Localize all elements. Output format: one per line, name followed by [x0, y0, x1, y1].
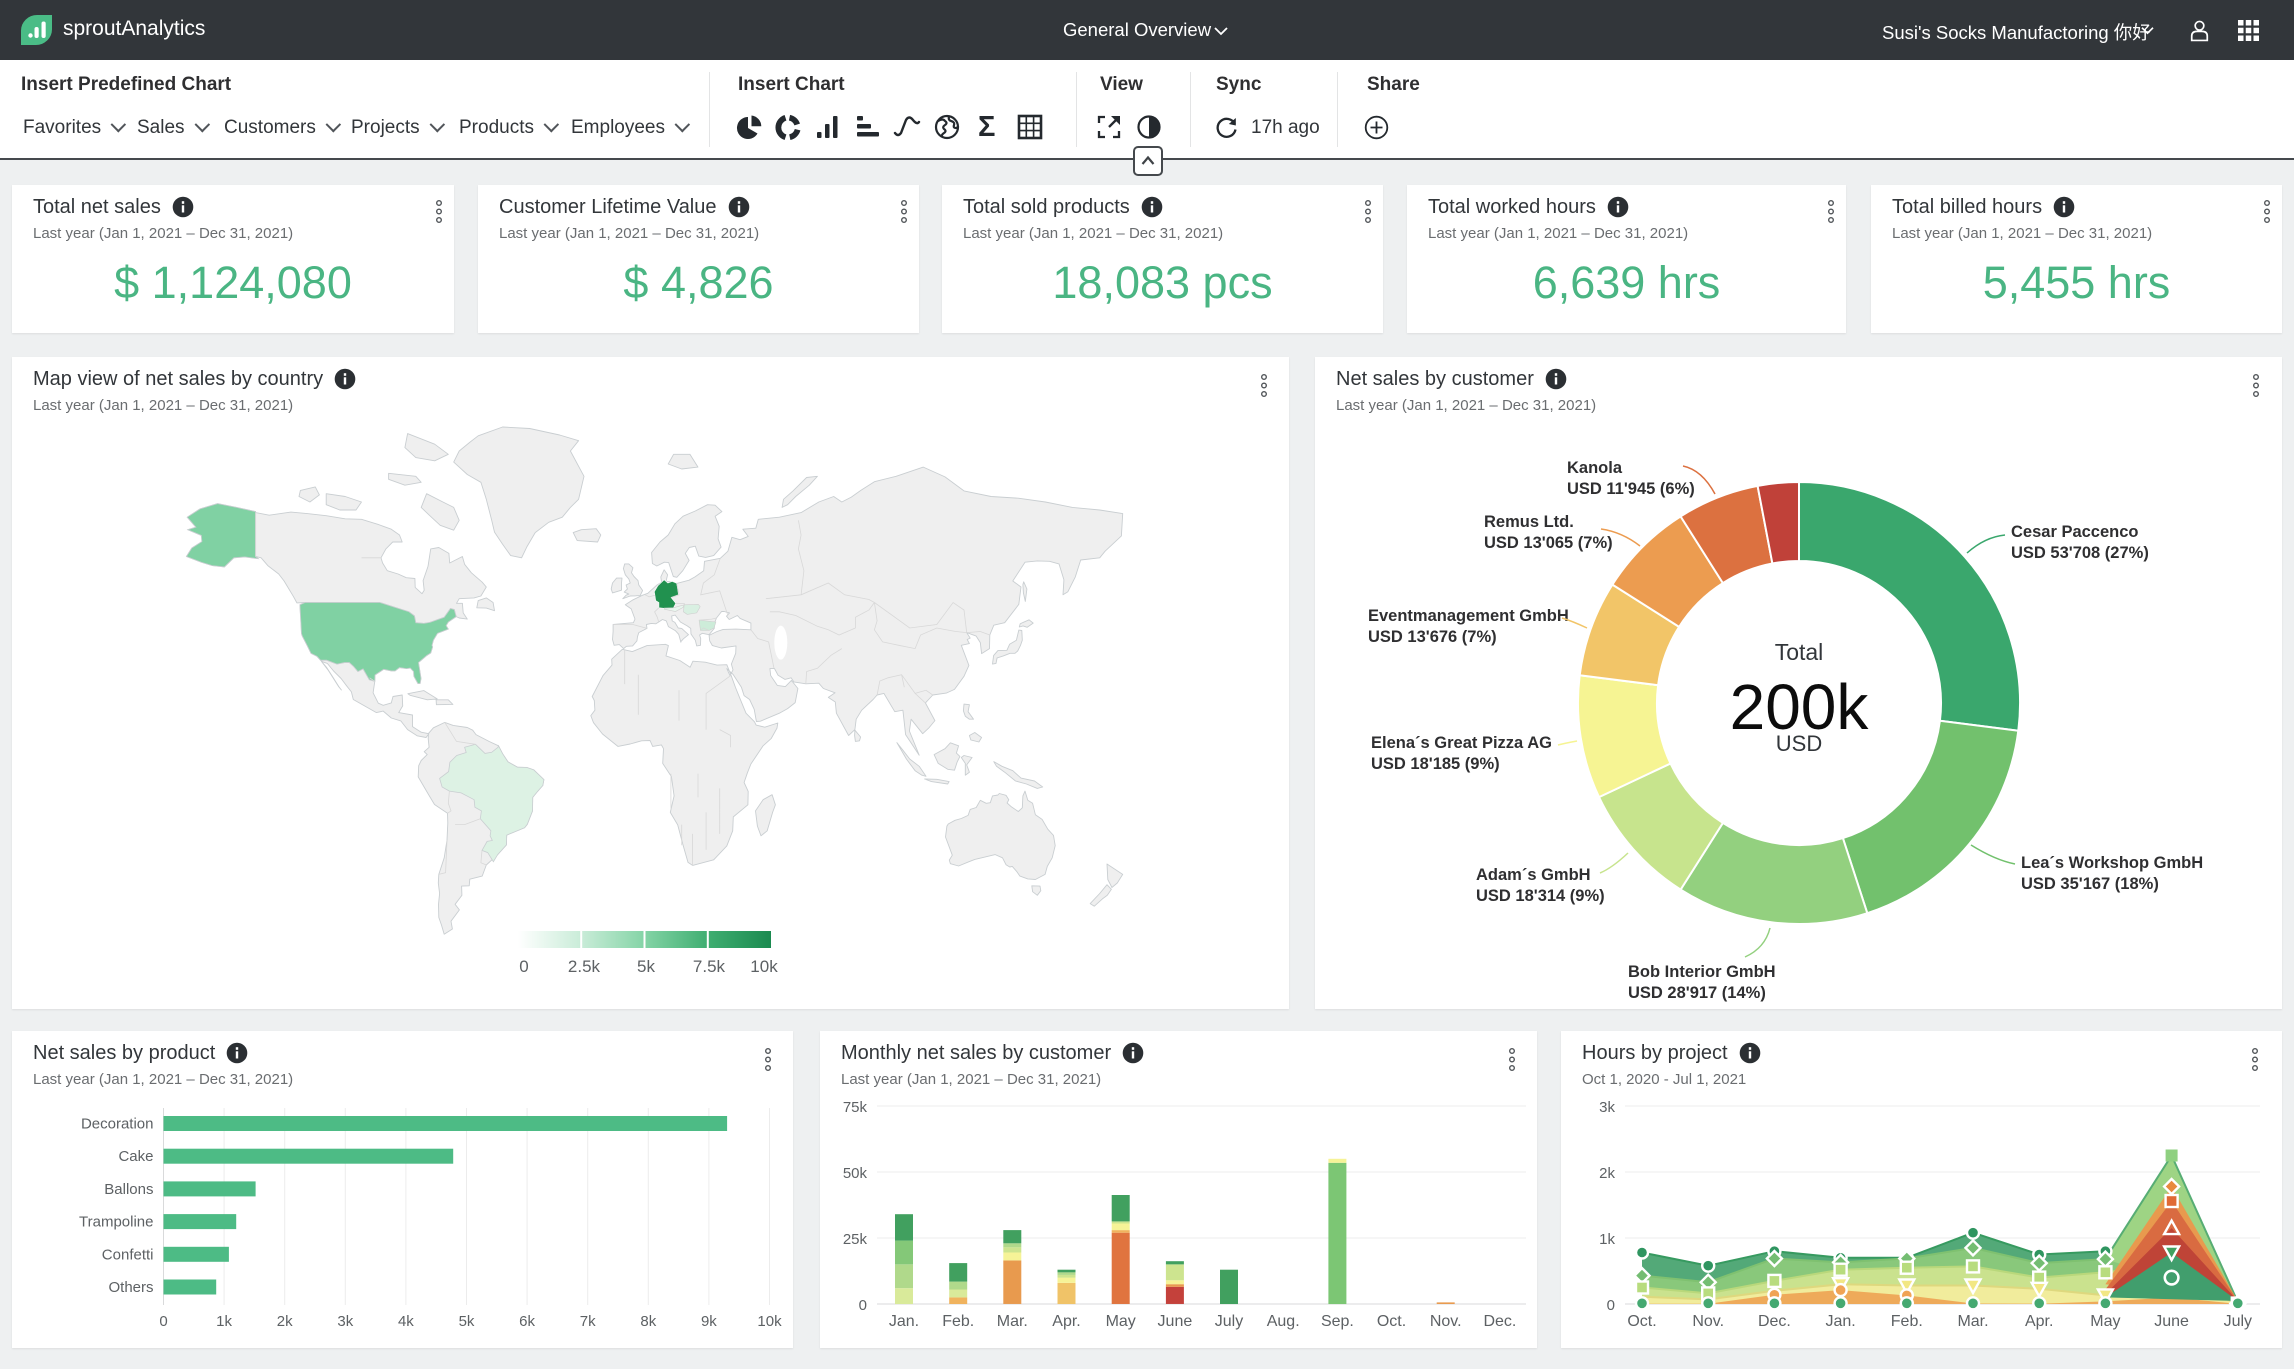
svg-text:8k: 8k	[640, 1313, 656, 1330]
svg-text:Feb.: Feb.	[942, 1313, 974, 1330]
svg-text:USD 28'917 (14%): USD 28'917 (14%)	[1628, 984, 1766, 1002]
svg-text:50k: 50k	[843, 1165, 868, 1182]
svg-text:July: July	[1215, 1313, 1243, 1330]
svg-text:Aug.: Aug.	[1267, 1313, 1300, 1330]
svg-text:Dec.: Dec.	[1483, 1313, 1516, 1330]
svg-text:Remus Ltd.: Remus Ltd.	[1484, 513, 1574, 531]
svg-text:9k: 9k	[701, 1313, 717, 1330]
svg-text:10k: 10k	[757, 1313, 782, 1330]
svg-text:3k: 3k	[1599, 1099, 1615, 1116]
svg-text:3k: 3k	[337, 1313, 353, 1330]
svg-text:USD 18'185 (9%): USD 18'185 (9%)	[1371, 755, 1500, 773]
svg-text:7.5k: 7.5k	[693, 957, 726, 976]
svg-text:USD 11'945 (6%): USD 11'945 (6%)	[1567, 480, 1695, 498]
svg-text:Ballons: Ballons	[104, 1181, 153, 1198]
svg-text:Cake: Cake	[118, 1148, 153, 1165]
svg-text:June: June	[1158, 1313, 1193, 1330]
svg-text:Jan.: Jan.	[889, 1313, 919, 1330]
svg-text:Oct.: Oct.	[1377, 1313, 1406, 1330]
svg-text:0: 0	[859, 1297, 867, 1314]
svg-text:Adam´s GmbH: Adam´s GmbH	[1476, 866, 1591, 884]
svg-text:Mar.: Mar.	[997, 1313, 1028, 1330]
svg-text:Apr.: Apr.	[2025, 1313, 2053, 1330]
svg-text:USD: USD	[1776, 731, 1822, 756]
svg-text:2k: 2k	[1599, 1165, 1615, 1182]
svg-text:6k: 6k	[519, 1313, 535, 1330]
svg-text:0: 0	[519, 957, 528, 976]
svg-text:USD 53'708 (27%): USD 53'708 (27%)	[2011, 544, 2149, 562]
svg-text:2.5k: 2.5k	[568, 957, 601, 976]
svg-text:2k: 2k	[277, 1313, 293, 1330]
svg-text:Trampoline: Trampoline	[79, 1214, 153, 1231]
svg-text:75k: 75k	[843, 1099, 868, 1116]
svg-text:USD 13'065 (7%): USD 13'065 (7%)	[1484, 534, 1613, 552]
svg-text:4k: 4k	[398, 1313, 414, 1330]
svg-text:June: June	[2154, 1313, 2189, 1330]
svg-text:Sep.: Sep.	[1321, 1313, 1354, 1330]
svg-text:0: 0	[159, 1313, 167, 1330]
svg-text:Jan.: Jan.	[1825, 1313, 1855, 1330]
svg-text:May: May	[2090, 1313, 2120, 1330]
svg-text:USD 13'676 (7%): USD 13'676 (7%)	[1368, 628, 1497, 646]
svg-text:1k: 1k	[216, 1313, 232, 1330]
svg-text:Confetti: Confetti	[102, 1246, 154, 1263]
svg-text:5k: 5k	[459, 1313, 475, 1330]
svg-text:Eventmanagement GmbH: Eventmanagement GmbH	[1368, 607, 1569, 625]
svg-text:10k: 10k	[750, 957, 778, 976]
svg-text:Decoration: Decoration	[81, 1116, 154, 1133]
svg-text:7k: 7k	[580, 1313, 596, 1330]
svg-text:Nov.: Nov.	[1692, 1313, 1724, 1330]
svg-text:July: July	[2224, 1313, 2252, 1330]
svg-text:Total: Total	[1775, 639, 1824, 665]
svg-text:Oct.: Oct.	[1627, 1313, 1656, 1330]
svg-text:Dec.: Dec.	[1758, 1313, 1791, 1330]
svg-text:1k: 1k	[1599, 1231, 1615, 1248]
svg-text:Bob Interior GmbH: Bob Interior GmbH	[1628, 963, 1776, 981]
svg-text:Nov.: Nov.	[1430, 1313, 1462, 1330]
svg-text:0: 0	[1607, 1297, 1615, 1314]
svg-text:USD 18'314 (9%): USD 18'314 (9%)	[1476, 887, 1605, 905]
svg-text:Cesar Paccenco: Cesar Paccenco	[2011, 523, 2139, 541]
svg-text:Mar.: Mar.	[1957, 1313, 1988, 1330]
svg-text:5k: 5k	[637, 957, 655, 976]
svg-text:25k: 25k	[843, 1231, 868, 1248]
svg-text:Elena´s Great Pizza AG: Elena´s Great Pizza AG	[1371, 734, 1552, 752]
svg-text:Feb.: Feb.	[1891, 1313, 1923, 1330]
svg-text:May: May	[1106, 1313, 1136, 1330]
svg-text:Others: Others	[108, 1279, 153, 1296]
svg-text:Kanola: Kanola	[1567, 459, 1623, 477]
svg-text:USD 35'167 (18%): USD 35'167 (18%)	[2021, 875, 2159, 893]
svg-text:Lea´s Workshop GmbH: Lea´s Workshop GmbH	[2021, 854, 2203, 872]
svg-text:Apr.: Apr.	[1052, 1313, 1080, 1330]
